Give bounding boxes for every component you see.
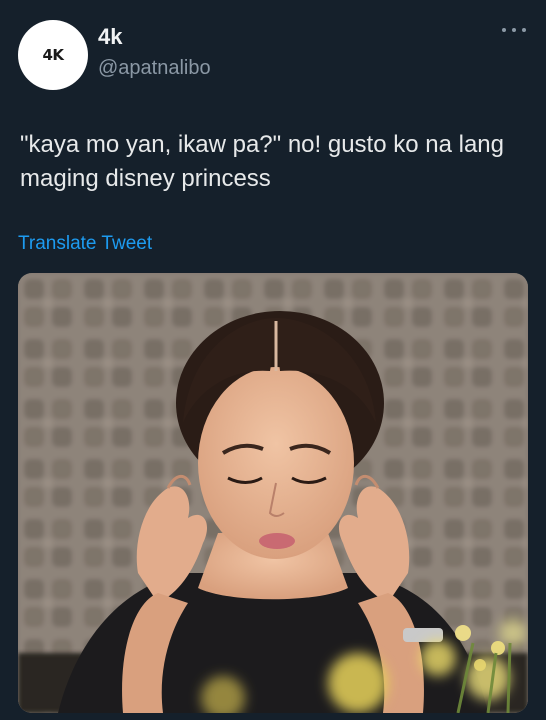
more-horizontal-icon[interactable] [502,24,526,36]
author-handle[interactable]: @apatnalibo [98,57,211,80]
tweet-photo[interactable] [18,273,528,713]
avatar-logo-text: 4K [42,46,64,64]
tweet-text: "kaya mo yan, ikaw pa?" no! gusto ko na … [20,131,504,192]
tweet: 4K 4k @apatnalibo "kaya mo yan, ikaw pa?… [0,0,546,720]
photo-woman-covering-ears [18,273,528,713]
translate-tweet-link[interactable]: Translate Tweet [18,233,152,255]
author-name[interactable]: 4k [98,24,122,50]
avatar[interactable]: 4K [18,20,88,90]
